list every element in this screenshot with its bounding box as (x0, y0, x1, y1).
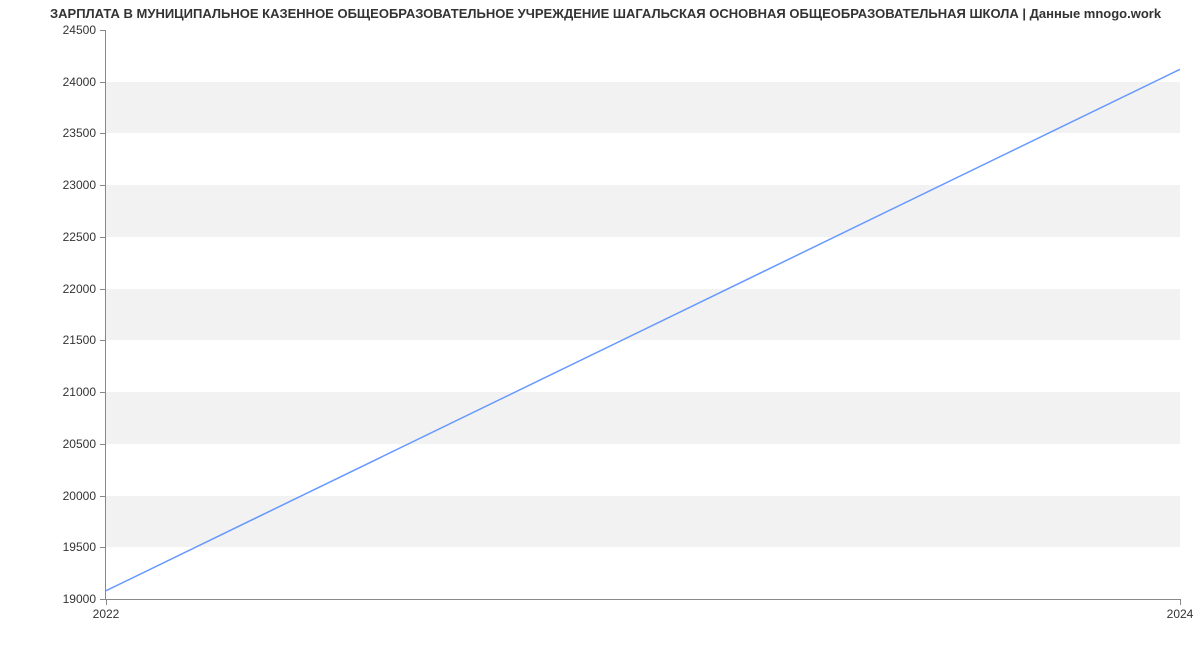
grid-band (106, 289, 1180, 341)
y-tick-label: 23500 (63, 126, 106, 140)
y-tick-label: 19500 (63, 540, 106, 554)
y-tick-label: 20000 (63, 489, 106, 503)
y-tick-label: 21500 (63, 333, 106, 347)
y-tick-label: 22000 (63, 282, 106, 296)
chart-title: ЗАРПЛАТА В МУНИЦИПАЛЬНОЕ КАЗЕННОЕ ОБЩЕОБ… (50, 6, 1192, 21)
y-tick-label: 24000 (63, 75, 106, 89)
y-tick-label: 21000 (63, 385, 106, 399)
y-tick-label: 24500 (63, 23, 106, 37)
grid-band (106, 392, 1180, 444)
y-tick-label: 23000 (63, 178, 106, 192)
x-tick-label: 2024 (1167, 599, 1194, 621)
grid-band (106, 82, 1180, 134)
y-tick-label: 22500 (63, 230, 106, 244)
plot-area: 1900019500200002050021000215002200022500… (105, 30, 1180, 600)
x-tick-label: 2022 (93, 599, 120, 621)
chart-container: ЗАРПЛАТА В МУНИЦИПАЛЬНОЕ КАЗЕННОЕ ОБЩЕОБ… (0, 0, 1200, 650)
grid-band (106, 185, 1180, 237)
y-tick-label: 20500 (63, 437, 106, 451)
grid-band (106, 496, 1180, 548)
